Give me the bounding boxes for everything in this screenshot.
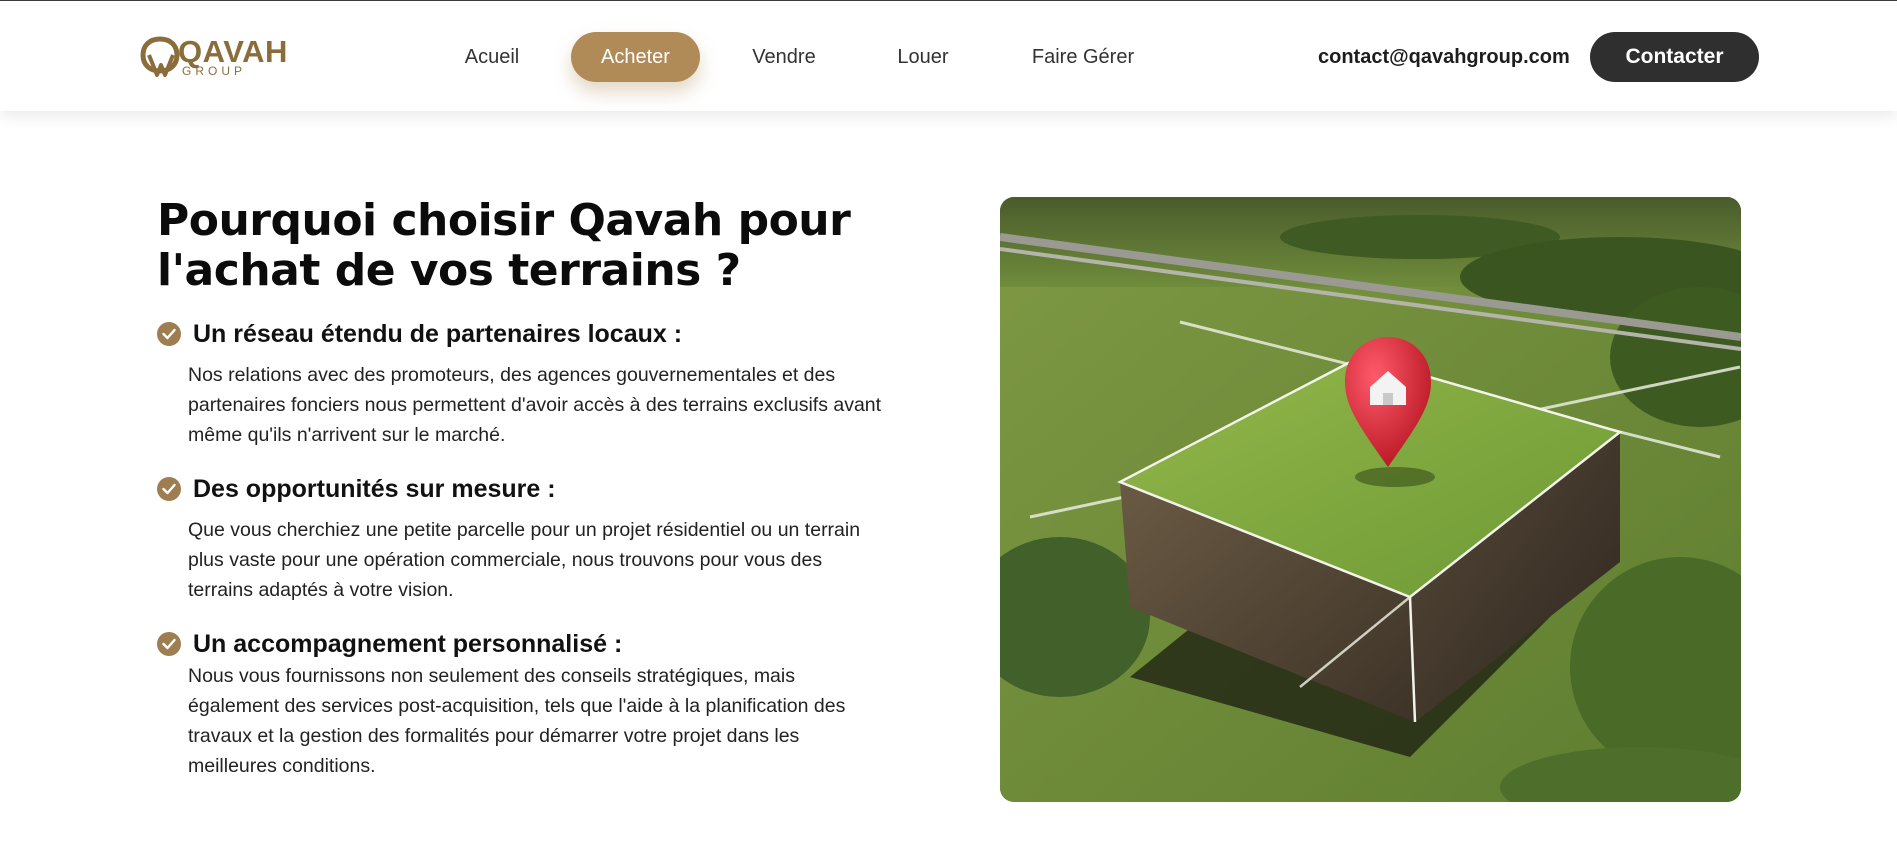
page-title-line-2: l'achat de vos terrains ? [157,245,741,296]
feature-item: Un réseau étendu de partenaires locaux :… [157,317,917,457]
brand-sub: GROUP [182,64,247,78]
feature-description-line: partenaires fonciers nous permettent d'a… [188,394,882,416]
feature-description: Que vous cherchiez une petite parcelle p… [188,515,918,605]
nav-item-faire-gerer[interactable]: Faire Gérer [1020,32,1146,82]
check-circle-icon [157,322,181,346]
nav-item-acheter[interactable]: Acheter [571,32,700,82]
feature-description: Nous vous fournissons non seulement des … [188,661,918,781]
nav-item-accueil[interactable]: Acueil [450,32,534,82]
feature-description-line: même qu'ils n'arrivent sur le marché. [188,424,506,446]
feature-description-line: Que vous cherchiez une petite parcelle p… [188,519,861,541]
feature-title: Un accompagnement personnalisé : [193,630,623,658]
feature-description: Nos relations avec des promoteurs, des a… [188,360,918,450]
nav-item-louer[interactable]: Louer [880,32,966,82]
page-title: Pourquoi choisir Qavah pour l'achat de v… [157,196,917,296]
check-circle-icon [157,632,181,656]
feature-description-line: travaux et la gestion des formalités pou… [188,725,800,747]
feature-item: Des opportunités sur mesure : Que vous c… [157,472,917,612]
check-circle-icon [157,477,181,501]
feature-description-line: terrains adaptés à votre vision. [188,579,454,601]
contact-email-link[interactable]: contact@qavahgroup.com [1318,44,1570,70]
feature-title: Des opportunités sur mesure : [193,475,556,503]
nav-item-vendre[interactable]: Vendre [740,32,828,82]
site-header: QAVAH GROUP Acueil Acheter Vendre Louer … [0,0,1897,111]
feature-description-line: Nous vous fournissons non seulement des … [188,665,795,687]
land-plot-image [1000,197,1741,802]
land-plot-illustration [1000,197,1741,802]
feature-description-line: Nos relations avec des promoteurs, des a… [188,364,836,386]
contact-button[interactable]: Contacter [1590,32,1759,82]
feature-description-line: plus vaste pour une opération commercial… [188,549,823,571]
feature-description-line: meilleures conditions. [188,755,376,777]
logo-mark-icon [140,36,180,77]
feature-description-line: également des services post-acquisition,… [188,695,846,717]
feature-item: Un accompagnement personnalisé : Nous vo… [157,627,917,787]
feature-title: Un réseau étendu de partenaires locaux : [193,320,683,348]
page-title-line-1: Pourquoi choisir Qavah pour [157,195,851,246]
brand-logo[interactable]: QAVAH GROUP [140,35,287,79]
